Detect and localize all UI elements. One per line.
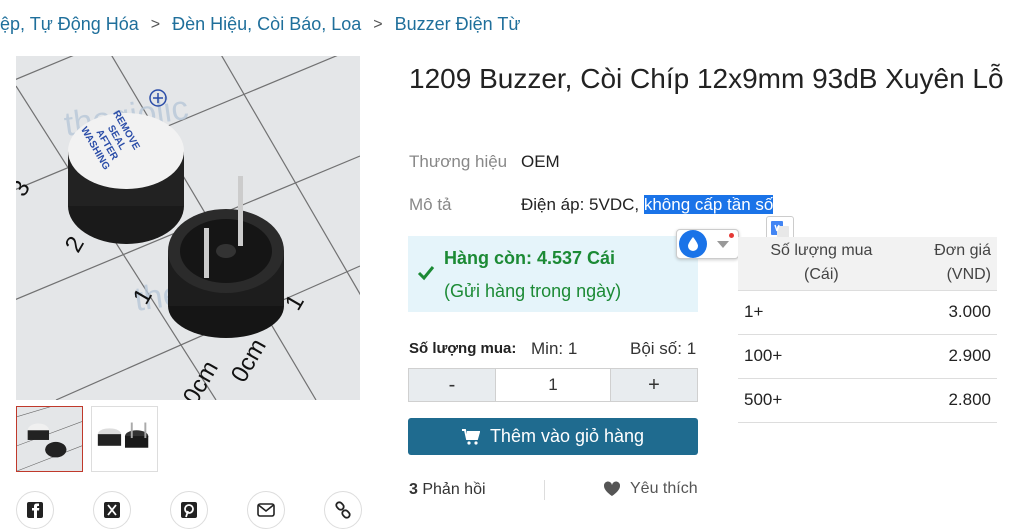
price-table: Số lượng mua (Cái) Đơn giá (VND) 1+ 3.00…	[738, 237, 997, 423]
notification-dot	[729, 233, 734, 238]
description-highlight: không cấp tần số	[643, 195, 774, 214]
x-icon	[104, 502, 120, 518]
breadcrumb-item-buzzer[interactable]: Buzzer Điện Từ	[395, 14, 521, 35]
facebook-icon	[27, 502, 43, 518]
favorite-button[interactable]: Yêu thích	[603, 480, 698, 498]
tier-quantity: 500+	[738, 378, 901, 423]
breadcrumb-item-automation[interactable]: ệp, Tự Động Hóa	[0, 14, 139, 35]
share-pinterest-button[interactable]	[170, 491, 208, 529]
breadcrumb-separator: >	[150, 15, 161, 33]
table-row: 500+ 2.800	[738, 378, 997, 423]
breadcrumb-separator: >	[373, 15, 383, 33]
feedback-link[interactable]: 3 Phản hồi	[409, 481, 486, 499]
translate-popup[interactable]	[676, 229, 739, 259]
header-unit-price-text: Đơn giá (VND)	[934, 242, 991, 284]
cart-icon	[461, 428, 480, 445]
tier-price: 2.900	[900, 334, 997, 379]
add-to-cart-button[interactable]: Thêm vào giỏ hàng	[408, 418, 698, 455]
stock-status-box: Hàng còn: 4.537 Cái (Gửi hàng trong ngày…	[408, 236, 698, 312]
increase-button[interactable]: +	[611, 369, 697, 401]
check-icon	[417, 266, 435, 281]
description-value: Điện áp: 5VDC, không cấp tần số	[521, 195, 774, 215]
quantity-stepper: - 1 +	[408, 368, 698, 402]
favorite-label: Yêu thích	[630, 480, 698, 497]
thumbnail-1[interactable]	[16, 406, 83, 472]
brand-row: Thương hiệu OEM	[409, 152, 560, 172]
stock-quantity: Hàng còn: 4.537 Cái	[444, 248, 616, 268]
description-text: Điện áp: 5VDC,	[521, 195, 644, 214]
breadcrumb: ệp, Tự Động Hóa > Đèn Hiệu, Còi Báo, Loa…	[0, 14, 520, 35]
feedback-count: 3	[409, 481, 418, 498]
link-icon	[335, 501, 351, 519]
breadcrumb-item-signal-lights[interactable]: Đèn Hiệu, Còi Báo, Loa	[172, 14, 361, 35]
tier-quantity: 1+	[738, 290, 901, 335]
share-mail-button[interactable]	[247, 491, 285, 529]
product-main-image[interactable]: thegiolic thegiolic REMOVE SEAL AFTER WA…	[16, 56, 360, 400]
drop-icon[interactable]	[679, 230, 707, 258]
quantity-input[interactable]: 1	[495, 369, 611, 401]
description-label: Mô tả	[409, 195, 452, 214]
share-bar	[16, 491, 401, 529]
table-row: 1+ 3.000	[738, 290, 997, 335]
quantity-min: Min: 1	[531, 339, 578, 358]
table-row: 100+ 2.900	[738, 334, 997, 379]
brand-label: Thương hiệu	[409, 152, 508, 171]
decrease-button[interactable]: -	[409, 369, 495, 401]
quantity-label: Số lượng mua:	[409, 340, 517, 357]
stock-shipping-note: (Gửi hàng trong ngày)	[444, 281, 622, 301]
quantity-multiple: Bội số: 1	[630, 339, 697, 358]
add-to-cart-label: Thêm vào giỏ hàng	[489, 426, 645, 446]
feedback-label: Phản hồi	[417, 481, 486, 498]
tier-price: 2.800	[900, 378, 997, 423]
divider	[544, 480, 545, 500]
share-facebook-button[interactable]	[16, 491, 54, 529]
description-row: Mô tả Điện áp: 5VDC, không cấp tần số	[409, 195, 774, 215]
tier-quantity: 100+	[738, 334, 901, 379]
heart-icon	[603, 481, 621, 496]
thumbnail-strip	[16, 406, 158, 472]
pinterest-icon	[181, 502, 197, 518]
chevron-down-icon[interactable]	[717, 240, 729, 248]
mail-icon	[257, 503, 275, 517]
share-x-button[interactable]	[93, 491, 131, 529]
tier-price: 3.000	[900, 290, 997, 335]
header-quantity: Số lượng mua (Cái)	[738, 237, 901, 290]
header-unit-price: Đơn giá (VND)	[900, 237, 997, 290]
share-link-button[interactable]	[324, 491, 362, 529]
thumbnail-2[interactable]	[91, 406, 158, 472]
header-quantity-text: Số lượng mua (Cái)	[770, 242, 873, 284]
brand-value[interactable]: OEM	[521, 152, 560, 172]
product-title: 1209 Buzzer, Còi Chíp 12x9mm 93dB Xuyên …	[409, 63, 1004, 94]
price-table-header: Số lượng mua (Cái) Đơn giá (VND)	[738, 237, 997, 290]
